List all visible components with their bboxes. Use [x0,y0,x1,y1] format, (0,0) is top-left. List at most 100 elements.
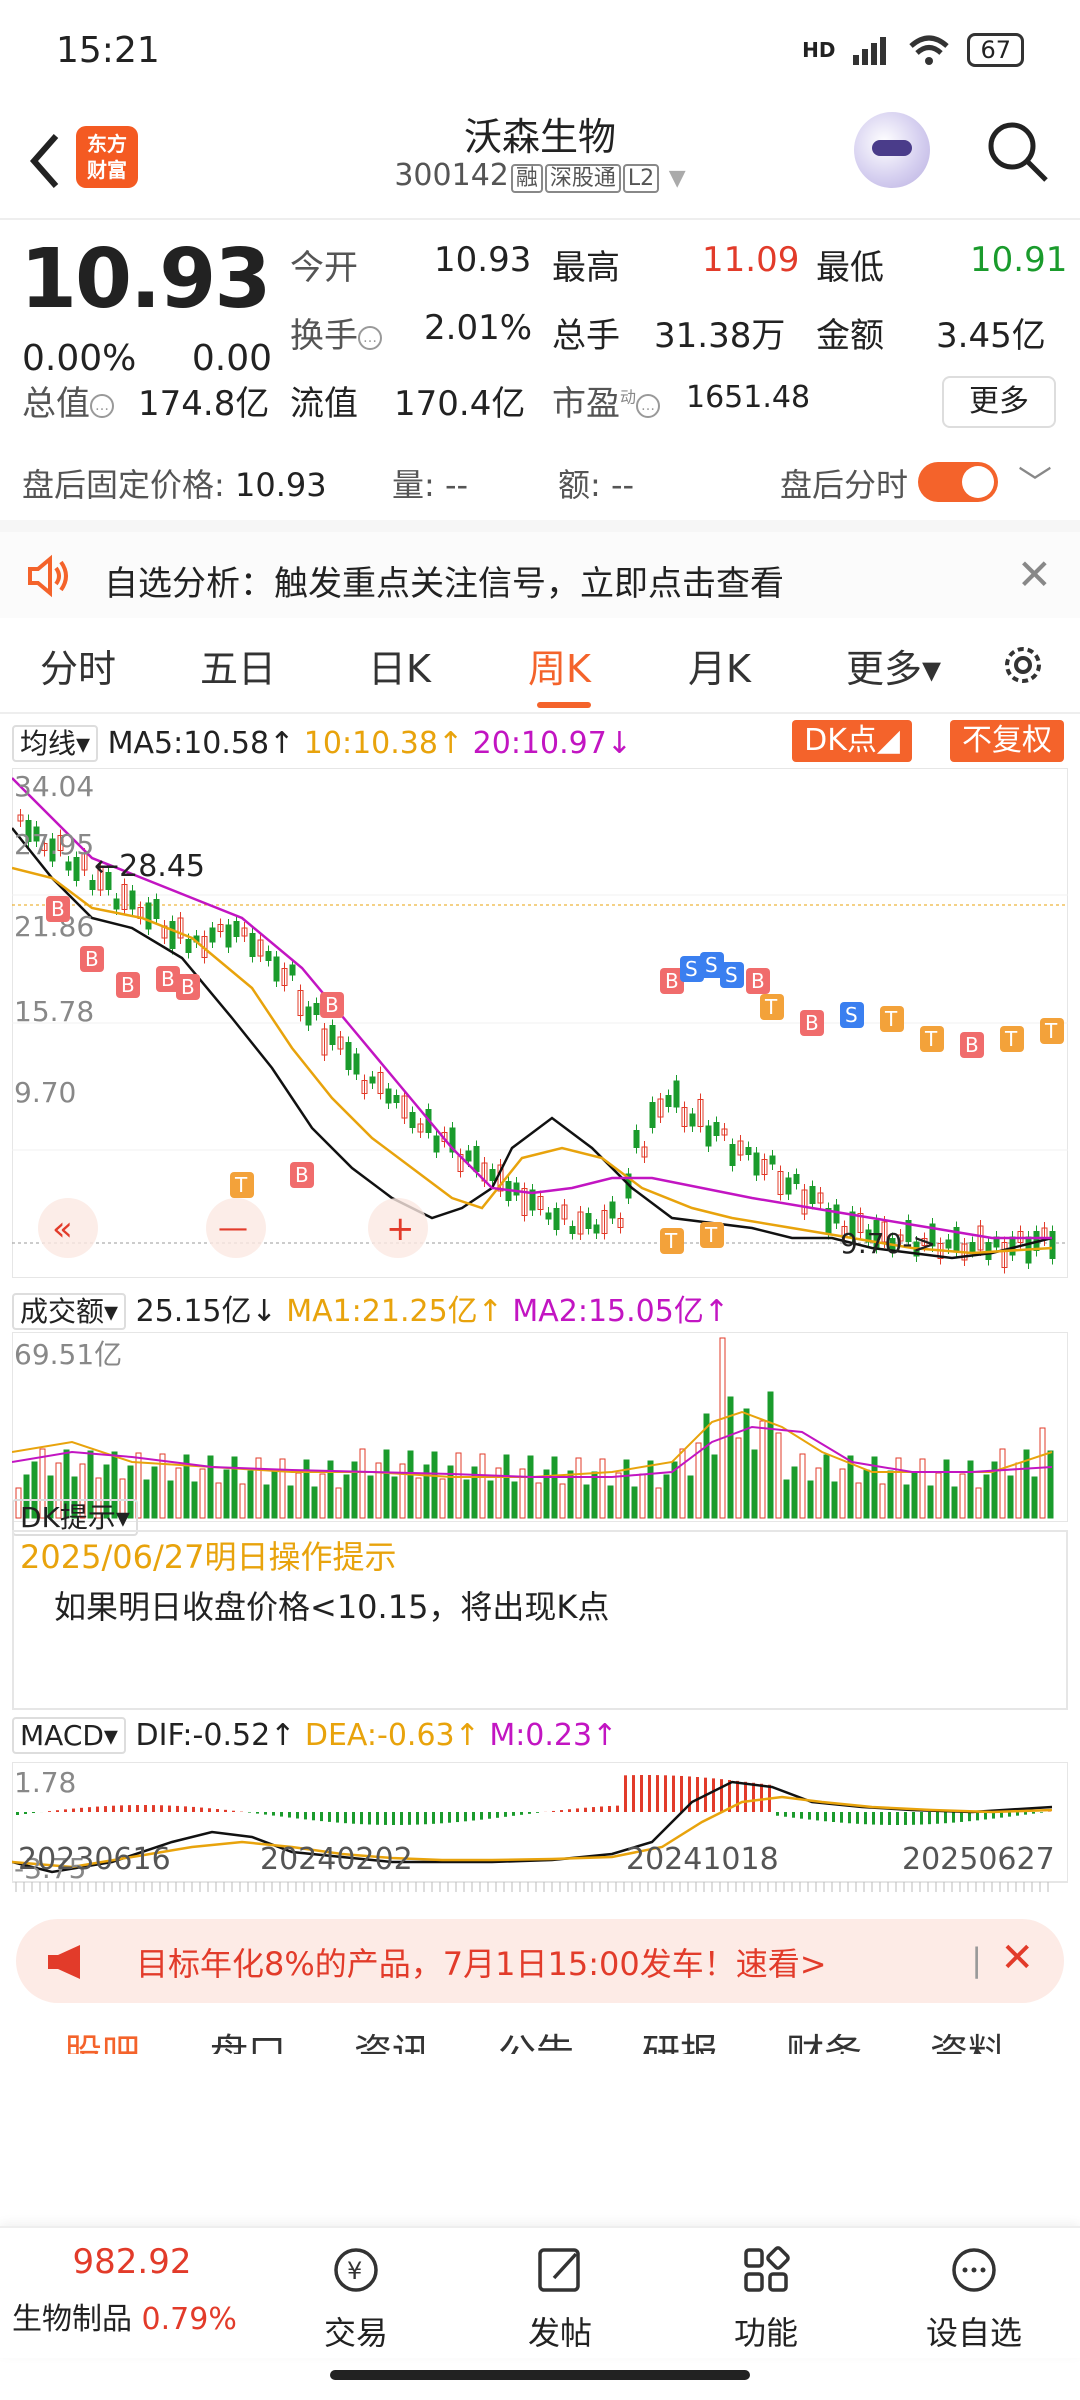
subtab-guba[interactable]: 股吧 [64,2022,140,2054]
volume-bar [919,1458,926,1519]
macd-bar [56,1810,59,1812]
subtab-announce[interactable]: 公告 [498,2022,574,2054]
close-icon[interactable]: ✕ [1000,1935,1034,1981]
info-icon[interactable]: … [358,325,382,350]
macd-bar [720,1779,723,1812]
date-label-2: 20240202 [260,1842,413,1877]
tab-more[interactable]: 更多▾ [846,638,941,693]
volume-bar [367,1475,374,1519]
status-time: 15:21 [56,29,160,71]
macd-bar [568,1809,571,1812]
mcap-value: 174.8亿 [138,384,270,424]
nav-post[interactable]: 发帖 [500,2242,620,2354]
sector-index-value: 982.92 [72,2242,192,2282]
volume-bar [359,1448,366,1519]
dk-tip-date: 2025/06/27明日操作提示 [20,1538,397,1576]
tab-daily-k[interactable]: 日K [368,638,431,693]
volume-legend: 成交额▾ 25.15亿↓ MA1:21.25亿↑ MA2:15.05亿↑ [12,1286,729,1330]
dk-point-button[interactable]: DK点◢ [792,720,912,762]
info-icon[interactable]: … [636,393,661,418]
sector-index[interactable]: 982.92 生物制品 0.79% [12,2242,252,2338]
macd-bar [616,1805,619,1812]
signal-marker-label: T [234,1173,248,1197]
macd-bar [416,1812,419,1825]
macd-bar [1024,1812,1027,1815]
chevron-down-icon[interactable]: ﹀ [1018,456,1052,505]
signal-marker-label: B [85,947,99,971]
tab-weekly-k[interactable]: 周K [528,638,591,693]
macd-bar [904,1812,907,1825]
notice-text[interactable]: 自选分析：触发重点关注信号，立即点击查看 [104,556,784,605]
macd-bar [1016,1812,1019,1816]
tab-intraday[interactable]: 分时 [40,638,116,693]
volume-chart[interactable]: 69.51亿 [12,1332,1068,1522]
zoom-out-button[interactable]: — [218,1211,248,1246]
macd-selector[interactable]: MACD▾ [12,1717,126,1754]
last-price: 10.93 [20,232,271,327]
ma10-value: 10:10.38↑ [303,726,464,761]
volume-bar [415,1477,422,1519]
volume-bar [327,1460,334,1519]
volume-bar [759,1420,766,1519]
pe-value: 1651.48 [686,380,811,415]
macd-bar [784,1812,787,1817]
kline-chart[interactable]: 34.04 27.95 21.86 15.78 9.70 ←28.45 9.70… [12,768,1068,1278]
date-label-3: 20241018 [626,1842,779,1877]
volume-bar [935,1472,942,1519]
macd-bar [712,1778,715,1812]
close-icon[interactable]: ✕ [1017,550,1052,599]
subtab-research[interactable]: 研报 [642,2022,718,2054]
more-button[interactable]: 更多 [942,376,1056,428]
macd-legend: MACD▾ DIF:-0.52↑ DEA:-0.63↑ M:0.23↑ [12,1717,617,1754]
search-icon[interactable] [984,118,1050,184]
nav-function[interactable]: 功能 [706,2242,826,2354]
volume-bar [895,1457,902,1519]
macd-bar [976,1812,979,1821]
subtab-pankou[interactable]: 盘口 [210,2022,286,2054]
subtab-finance[interactable]: 财务 [786,2022,862,2054]
macd-bar [352,1812,355,1824]
nav-add-watchlist[interactable]: 设自选 [914,2242,1034,2354]
macd-bar [936,1812,939,1824]
volume-bar [431,1451,438,1519]
tab-five-day[interactable]: 五日 [200,638,276,693]
amount-value: 3.45亿 [936,316,1046,356]
notice-bar[interactable]: 自选分析：触发重点关注信号，立即点击查看 ✕ [0,520,1080,618]
info-icon[interactable]: … [90,393,114,418]
no-adjust-button[interactable]: 不复权 [950,720,1064,762]
macd-bar [408,1812,411,1825]
volume-bar [999,1448,1006,1519]
macd-bar [216,1809,219,1812]
macd-bar [48,1811,51,1812]
macd-bar [776,1812,779,1816]
promo-text[interactable]: 目标年化8%的产品，7月1日15:00发车！速看> [136,1939,827,1985]
promo-banner[interactable]: 目标年化8%的产品，7月1日15:00发车！速看> | ✕ [16,1919,1064,2003]
tab-monthly-k[interactable]: 月K [688,638,751,693]
signal-marker-label: B [751,969,765,993]
subtab-news[interactable]: 资讯 [354,2022,430,2054]
macd-bar [384,1812,387,1825]
nav-trade[interactable]: ¥ 交易 [296,2242,416,2354]
macd-bar [424,1812,427,1825]
subtab-profile[interactable]: 资料 [930,2022,1006,2054]
zoom-in-button[interactable]: + [386,1209,415,1249]
macd-bar [80,1807,83,1812]
volume-bar [455,1452,462,1519]
prev-button[interactable]: « [52,1209,73,1249]
macd-bar [832,1812,835,1822]
macd-bar [112,1805,115,1812]
ma-selector[interactable]: 均线▾ [12,725,99,762]
ma20-value: 20:10.97↓ [472,726,632,761]
gear-icon[interactable] [998,640,1048,690]
grid-icon [744,2246,790,2292]
volume-bar [663,1474,670,1519]
volume-bar [631,1486,638,1519]
volume-selector[interactable]: 成交额▾ [12,1293,127,1330]
signal-marker-label: B [665,969,679,993]
signal-marker-label: T [664,1229,678,1253]
volume-bar [175,1467,182,1519]
robot-assistant-icon[interactable] [854,112,930,188]
macd-bar [736,1780,739,1812]
after-hours-toggle[interactable] [918,462,998,502]
macd-bar [104,1806,107,1812]
